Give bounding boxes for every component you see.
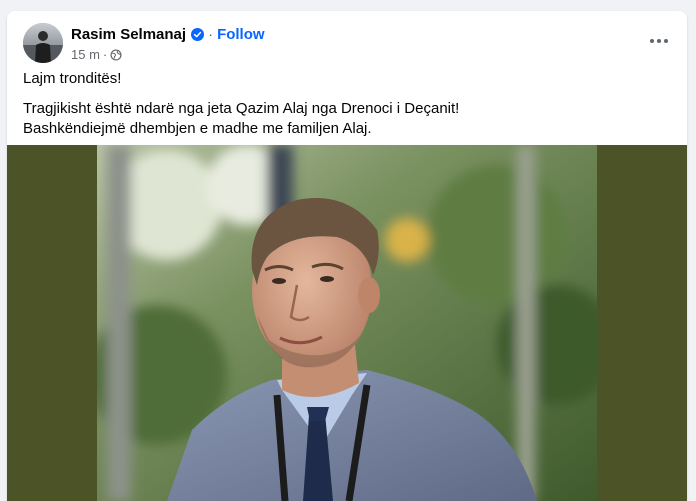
- post-meta: 15 m ·: [71, 46, 122, 62]
- more-options-button[interactable]: [641, 23, 677, 59]
- more-options-icon: [650, 39, 668, 43]
- photo-image: [97, 145, 597, 501]
- post-media[interactable]: [7, 145, 687, 501]
- separator-dot: ·: [208, 25, 214, 43]
- post-text-line: Bashkëndiejmë dhembjen e madhe me familj…: [23, 120, 372, 137]
- author-name[interactable]: Rasim Selmanaj: [71, 26, 186, 43]
- post-text: Lajm tronditës! Tragjikisht është ndarë …: [23, 69, 671, 139]
- post-header: Rasim Selmanaj · Follow 15 m ·: [23, 23, 671, 63]
- post-card: Rasim Selmanaj · Follow 15 m · Lajm tron…: [7, 11, 687, 501]
- post-text-line: Lajm tronditës!: [23, 70, 122, 87]
- meta-separator-dot: ·: [102, 46, 108, 62]
- post-text-line: Tragjikisht është ndarë nga jeta Qazim A…: [23, 100, 460, 117]
- author-line: Rasim Selmanaj · Follow: [71, 25, 265, 43]
- globe-icon[interactable]: [110, 48, 122, 61]
- post-photo[interactable]: [97, 145, 597, 501]
- post-timestamp[interactable]: 15 m: [71, 47, 100, 62]
- avatar-image: [23, 23, 63, 63]
- verified-badge-icon: [191, 27, 205, 41]
- author-avatar[interactable]: [23, 23, 63, 63]
- follow-button[interactable]: Follow: [217, 26, 265, 43]
